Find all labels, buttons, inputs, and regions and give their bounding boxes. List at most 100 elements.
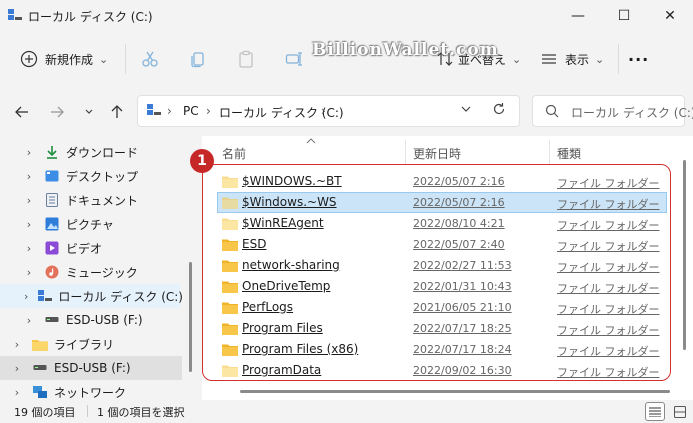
toolbar-divider [618,44,619,74]
chevron-right-icon[interactable]: › [12,338,22,351]
breadcrumb-pc[interactable]: PC [183,104,199,118]
sidebar-item-documents[interactable]: › ドキュメント [0,188,184,212]
desktop-icon [44,168,60,184]
tiles-view-button[interactable] [670,402,690,421]
recent-locations-button[interactable] [75,98,103,126]
copy-button[interactable] [189,44,207,74]
picture-icon [44,216,60,232]
chevron-down-icon [461,106,471,112]
plus-circle-icon [20,50,38,68]
network-icon [32,384,48,400]
sidebar-item-music[interactable]: › ミュージック [0,260,184,284]
view-button-label: 表示 [565,52,590,67]
sidebar-item-esd-usb-root[interactable]: › ESD-USB (F:) [0,356,182,380]
sidebar-item-pictures[interactable]: › ピクチャ [0,212,184,236]
chevron-down-icon [85,109,93,114]
chevron-right-icon[interactable]: › [12,362,22,375]
breadcrumb-separator: › [321,104,326,118]
column-divider[interactable] [405,140,406,164]
sidebar-item-downloads[interactable]: › ダウンロード [0,140,184,164]
copy-icon [191,52,204,68]
column-header-date[interactable]: 更新日時 [413,145,461,162]
usb-drive-icon [32,360,48,376]
drive-icon [8,9,22,20]
sidebar-scrollbar[interactable] [189,262,192,372]
details-view-button[interactable] [645,402,665,421]
sidebar-item-library[interactable]: › ライブラリ [0,332,184,356]
music-icon [44,264,60,280]
chevron-right-icon[interactable]: › [24,242,34,255]
sidebar-item-local-disk[interactable]: › ローカル ディスク (C:) [0,284,183,308]
view-list-icon [542,54,556,64]
column-header-type[interactable]: 種類 [557,145,581,162]
sidebar-item-label: ライブラリ [54,337,115,352]
chevron-down-icon: ⌄ [595,52,605,66]
details-view-icon [649,407,661,417]
chevron-right-icon[interactable]: › [12,386,22,399]
column-header-name[interactable]: 名前 [222,145,246,162]
sidebar-item-label: ネットワーク [54,385,127,400]
sidebar-item-label: ESD-USB (F:) [54,361,131,375]
sidebar-item-label: ビデオ [66,241,103,256]
chevron-down-icon: ⌄ [99,52,109,66]
chevron-right-icon[interactable]: › [24,170,34,183]
refresh-button[interactable] [492,102,506,119]
item-count: 19 個の項目 [14,406,76,419]
search-icon [545,104,559,118]
sidebar-item-esd-usb[interactable]: › ESD-USB (F:) [0,308,184,332]
arrow-up-icon [111,105,123,118]
chevron-down-icon: ⌄ [512,52,522,66]
up-button[interactable] [103,98,131,126]
new-button[interactable]: 新規作成 ⌄ [20,44,108,74]
sidebar-item-label: ドキュメント [66,193,139,208]
paste-button[interactable] [237,44,255,74]
view-button[interactable]: 表示 ⌄ [540,44,604,74]
horizontal-scrollbar[interactable] [240,390,670,393]
window-title: ローカル ディスク (C:) [28,10,153,24]
rename-button[interactable] [285,44,303,74]
sidebar-item-label: ピクチャ [66,217,114,232]
forward-button[interactable] [43,98,71,126]
close-button[interactable]: ✕ [647,0,693,32]
drive-icon [147,104,161,115]
annotation-highlight-box [202,164,671,381]
sidebar-item-desktop[interactable]: › デスクトップ [0,164,184,188]
selection-count: 1 個の項目を選択 [97,406,185,419]
sidebar-item-label: ダウンロード [66,145,139,160]
chevron-right-icon[interactable]: › [24,146,34,159]
video-icon [44,240,60,256]
column-divider[interactable] [549,140,550,164]
minimize-button[interactable]: — [555,0,601,32]
usb-drive-icon [44,312,60,328]
new-button-label: 新規作成 [45,52,94,67]
download-icon [44,144,60,160]
breadcrumb-separator: › [167,104,172,118]
clipboard-icon [239,50,253,68]
chevron-right-icon[interactable]: › [24,290,28,303]
rename-icon [285,52,302,66]
drive-c-icon [38,288,53,304]
arrow-left-icon [15,106,28,118]
back-button[interactable] [8,98,36,126]
chevron-right-icon[interactable]: › [24,218,34,231]
sidebar-item-videos[interactable]: › ビデオ [0,236,184,260]
maximize-button[interactable]: ☐ [601,0,647,32]
refresh-icon [493,103,505,115]
library-icon [32,336,48,352]
annotation-badge: 1 [190,149,214,173]
scissors-icon [142,51,158,67]
sidebar-item-label: ミュージック [66,265,138,280]
vertical-scrollbar[interactable] [683,160,686,350]
more-options-button[interactable]: ··· [628,44,649,74]
chevron-right-icon[interactable]: › [24,266,34,279]
tiles-view-icon [674,405,686,418]
status-divider [87,405,88,417]
chevron-right-icon[interactable]: › [24,314,34,327]
breadcrumb-separator: › [206,104,211,118]
address-history-button[interactable] [460,103,472,118]
sidebar-item-label: ローカル ディスク (C:) [58,289,183,304]
sidebar-item-label: デスクトップ [66,169,139,184]
chevron-right-icon[interactable]: › [24,194,34,207]
cut-button[interactable] [141,44,159,74]
sort-ascending-icon [306,138,316,144]
